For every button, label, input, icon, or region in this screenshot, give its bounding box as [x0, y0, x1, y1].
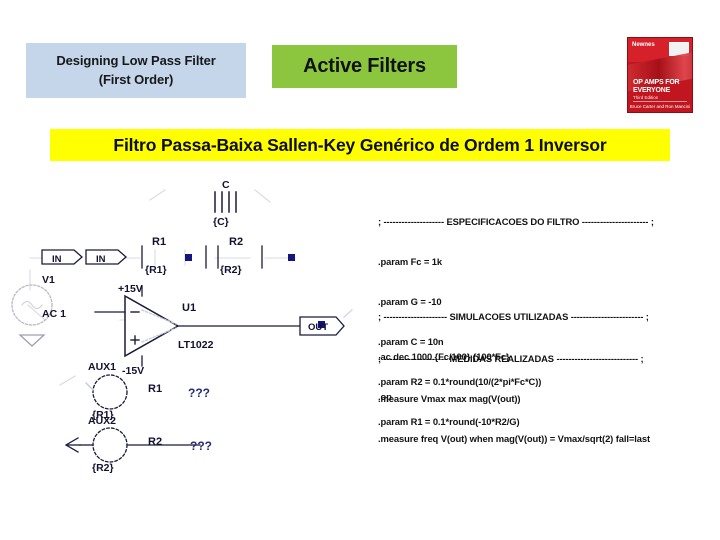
- netlist-line: ; --------------------- SIMULACOES UTILI…: [378, 310, 649, 322]
- source-aux2-value: {R2}: [92, 462, 114, 474]
- slide-header-title-box: Designing Low Pass Filter (First Order): [26, 43, 246, 98]
- capacitor-c-symbol: [214, 191, 237, 213]
- netlist-line: ; -------------------- ESPECIFICACOES DO…: [378, 215, 654, 227]
- unknown-marker-2: ???: [190, 439, 212, 453]
- book-cover-title: OP AMPS FOR EVERYONE: [633, 79, 688, 94]
- netlist-line: .measure freq V(out) when mag(V(out)) = …: [378, 432, 650, 444]
- port-in-2: [85, 249, 127, 265]
- book-cover-edition: Third Edition: [633, 95, 659, 100]
- slide-header-line-1: Designing Low Pass Filter: [56, 52, 216, 68]
- opamp-u1-value: LT1022: [178, 339, 214, 351]
- book-cover-image: Newnes OP AMPS FOR EVERYONE Third Editio…: [627, 37, 693, 113]
- filter-banner-text: Filtro Passa-Baixa Sallen-Key Genérico d…: [113, 134, 607, 155]
- rail-positive-label: +15V: [118, 283, 143, 295]
- netlist-measurements-block: ; --------------------- MEDIDAS REALIZAD…: [378, 325, 650, 458]
- opamp-u1-ref: U1: [182, 302, 196, 314]
- resistor-r1-value: {R1}: [145, 264, 167, 276]
- netlist-line: .param Fc = 1k: [378, 255, 443, 267]
- capacitor-c-ref: C: [222, 179, 230, 191]
- book-cover-title-line-2: EVERYONE: [633, 86, 671, 94]
- resistor-r1-ref: R1: [152, 236, 166, 248]
- unknown-marker-1: ???: [188, 386, 210, 400]
- resistor-r2-ref: R2: [229, 236, 243, 248]
- resistor-r2-value: {R2}: [220, 264, 242, 276]
- junction-dot: [288, 254, 295, 261]
- source-aux2-sub: R2: [148, 436, 162, 448]
- book-cover-divider: [633, 101, 687, 102]
- section-title-box: Active Filters: [272, 45, 457, 88]
- source-aux1-ref: AUX1: [88, 361, 116, 373]
- book-cover-title-line-1: OP AMPS FOR: [633, 79, 680, 86]
- ground-symbol-v1: [18, 334, 46, 347]
- netlist-line: .measure Vmax max mag(V(out)): [378, 392, 521, 404]
- book-cover-publisher: Newnes: [632, 42, 655, 48]
- port-in-1: [41, 249, 83, 265]
- source-aux1-symbol: [85, 374, 128, 410]
- book-cover-author: Bruce Carter and Ron Mancini: [629, 104, 691, 109]
- opamp-u1-symbol: [124, 294, 180, 358]
- source-aux2-ref: AUX2: [88, 415, 116, 427]
- schematic-svg: IN IN OUT V1 AC 1 R1 {R1} R2 {R2} C {C} …: [11, 179, 353, 474]
- source-v1-ref: V1: [42, 274, 55, 286]
- filter-banner: Filtro Passa-Baixa Sallen-Key Genérico d…: [50, 129, 670, 161]
- port-in-1-label: IN: [52, 254, 62, 265]
- section-title-text: Active Filters: [303, 55, 426, 77]
- junction-dot: [185, 254, 192, 261]
- source-v1-value: AC 1: [42, 308, 66, 320]
- netlist-line: ; --------------------- MEDIDAS REALIZAD…: [378, 352, 644, 364]
- circuit-schematic: IN IN OUT V1 AC 1 R1 {R1} R2 {R2} C {C} …: [0, 170, 380, 500]
- port-in-2-label: IN: [96, 254, 106, 265]
- port-out-label: OUT: [308, 322, 328, 333]
- slide-header-title-text: Designing Low Pass Filter (First Order): [56, 52, 215, 90]
- source-aux1-sub: R1: [148, 383, 162, 395]
- slide-header-line-2: (First Order): [98, 71, 174, 87]
- rail-negative-label: -15V: [122, 365, 144, 377]
- source-aux2-symbol: [64, 427, 201, 463]
- capacitor-c-value: {C}: [213, 216, 229, 228]
